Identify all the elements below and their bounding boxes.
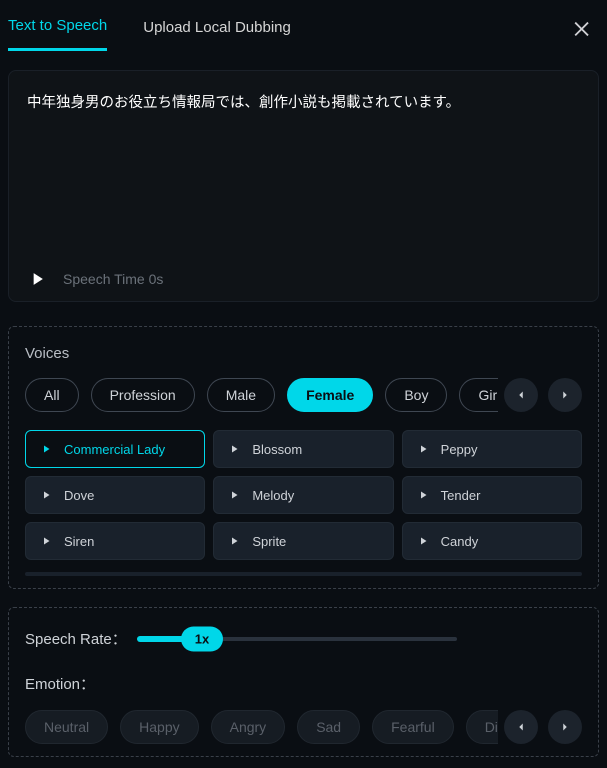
voice-scroll-indicator bbox=[25, 572, 582, 576]
voice-label: Candy bbox=[441, 534, 479, 549]
play-icon bbox=[40, 443, 52, 455]
voice-blossom[interactable]: Blossom bbox=[213, 430, 393, 468]
play-icon bbox=[417, 443, 429, 455]
voice-label: Melody bbox=[252, 488, 294, 503]
slider-fill bbox=[137, 636, 187, 642]
tts-text-input[interactable]: 中年独身男のお役立ち情報局では、創作小説も掲載されています。 bbox=[27, 93, 580, 261]
play-icon bbox=[228, 443, 240, 455]
speech-time-label: Speech Time 0s bbox=[63, 271, 163, 287]
tab-upload-local-dubbing[interactable]: Upload Local Dubbing bbox=[143, 19, 291, 50]
voice-label: Dove bbox=[64, 488, 94, 503]
voice-grid: Commercial Lady Blossom Peppy Dove Melod… bbox=[25, 430, 582, 576]
play-icon bbox=[417, 535, 429, 547]
voice-label: Siren bbox=[64, 534, 94, 549]
play-icon bbox=[40, 535, 52, 547]
tab-text-to-speech[interactable]: Text to Speech bbox=[8, 17, 107, 51]
emotion-angry[interactable]: Angry bbox=[211, 710, 286, 744]
voice-label: Peppy bbox=[441, 442, 478, 457]
filter-prev-button[interactable] bbox=[504, 378, 538, 412]
speech-rate-slider[interactable]: 1x bbox=[137, 635, 457, 643]
filter-boy[interactable]: Boy bbox=[385, 378, 447, 412]
voice-melody[interactable]: Melody bbox=[213, 476, 393, 514]
voice-peppy[interactable]: Peppy bbox=[402, 430, 582, 468]
slider-knob[interactable]: 1x bbox=[181, 626, 223, 651]
emotion-happy[interactable]: Happy bbox=[120, 710, 198, 744]
emotion-row: Neutral Happy Angry Sad Fearful Disguste… bbox=[25, 710, 582, 744]
voice-label: Blossom bbox=[252, 442, 302, 457]
voice-label: Commercial Lady bbox=[64, 442, 165, 457]
emotion-next-button[interactable] bbox=[548, 710, 582, 744]
emotion-fearful[interactable]: Fearful bbox=[372, 710, 454, 744]
voices-title: Voices bbox=[25, 345, 582, 362]
speech-rate-label: Speech Rate： bbox=[25, 628, 127, 649]
voice-filter-row: All Profession Male Female Boy Girl bbox=[25, 378, 582, 412]
emotion-prev-button[interactable] bbox=[504, 710, 538, 744]
voice-label: Tender bbox=[441, 488, 481, 503]
voice-commercial-lady[interactable]: Commercial Lady bbox=[25, 430, 205, 468]
voice-tender[interactable]: Tender bbox=[402, 476, 582, 514]
emotion-sad[interactable]: Sad bbox=[297, 710, 360, 744]
filter-profession[interactable]: Profession bbox=[91, 378, 195, 412]
play-icon bbox=[228, 535, 240, 547]
play-icon bbox=[228, 489, 240, 501]
voices-panel: Voices All Profession Male Female Boy Gi… bbox=[8, 326, 599, 589]
voice-siren[interactable]: Siren bbox=[25, 522, 205, 560]
filter-next-button[interactable] bbox=[548, 378, 582, 412]
filter-all[interactable]: All bbox=[25, 378, 79, 412]
close-icon[interactable] bbox=[571, 18, 593, 40]
voice-label: Sprite bbox=[252, 534, 286, 549]
settings-panel: Speech Rate： 1x Emotion： Neutral Happy A… bbox=[8, 607, 599, 757]
play-preview-button[interactable] bbox=[27, 269, 47, 289]
emotion-label: Emotion： bbox=[25, 673, 582, 694]
voice-dove[interactable]: Dove bbox=[25, 476, 205, 514]
play-icon bbox=[417, 489, 429, 501]
voice-sprite[interactable]: Sprite bbox=[213, 522, 393, 560]
text-input-panel: 中年独身男のお役立ち情報局では、創作小説も掲載されています。 Speech Ti… bbox=[8, 70, 599, 302]
play-icon bbox=[40, 489, 52, 501]
filter-male[interactable]: Male bbox=[207, 378, 275, 412]
voice-candy[interactable]: Candy bbox=[402, 522, 582, 560]
filter-female[interactable]: Female bbox=[287, 378, 373, 412]
emotion-neutral[interactable]: Neutral bbox=[25, 710, 108, 744]
